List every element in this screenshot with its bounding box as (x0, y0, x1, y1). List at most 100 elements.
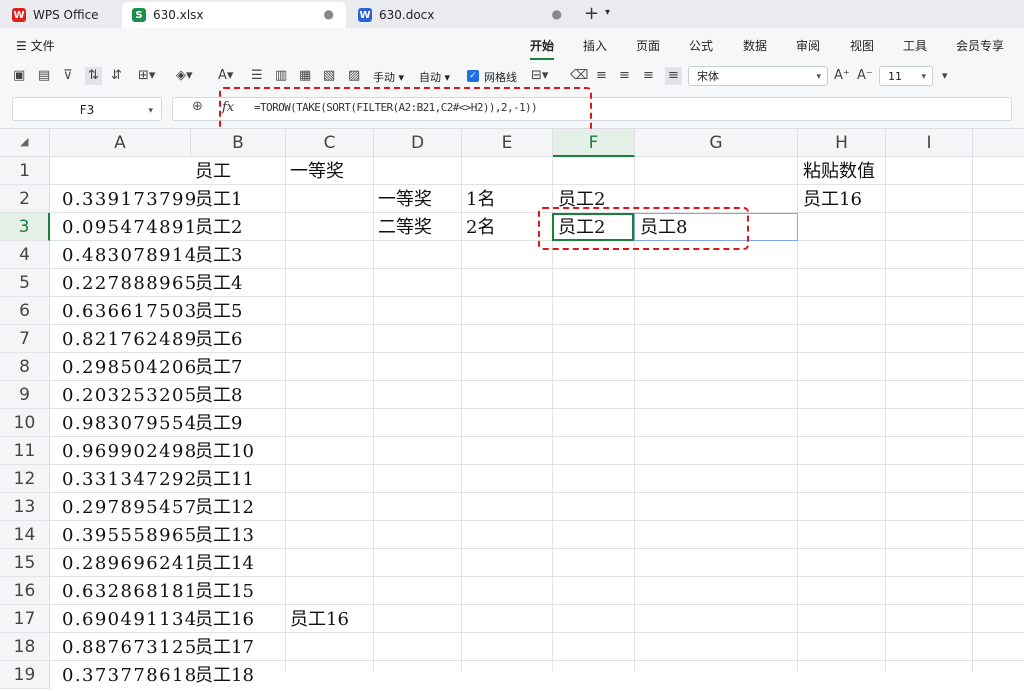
cell-b5[interactable]: 员工4 (195, 269, 242, 297)
cell-c1[interactable]: 一等奖 (290, 157, 344, 185)
cell-b3[interactable]: 员工2 (195, 213, 242, 241)
cell-b1[interactable]: 员工 (195, 157, 231, 185)
row-header[interactable]: 14 (0, 521, 50, 549)
tab-tools[interactable]: 工具 (903, 37, 927, 54)
cell-a10[interactable]: 0.983079554 (62, 409, 198, 437)
borders-icon[interactable]: ⊞▾ (138, 67, 155, 85)
tab-630-xlsx[interactable]: S 630.xlsx ● (122, 2, 346, 28)
row-header[interactable]: 3 (0, 213, 50, 241)
column-header-h[interactable]: H (798, 129, 886, 157)
column-header-g[interactable]: G (635, 129, 798, 157)
cell-a15[interactable]: 0.289696241 (62, 549, 198, 577)
decrease-font-icon[interactable]: A⁻ (857, 67, 873, 85)
cell-b7[interactable]: 员工6 (195, 325, 242, 353)
column-header-a[interactable]: A (50, 129, 191, 157)
column-header-e[interactable]: E (462, 129, 553, 157)
tab-data[interactable]: 数据 (743, 37, 767, 54)
wrap-text-icon[interactable]: ☰ (251, 67, 263, 85)
cell-b10[interactable]: 员工9 (195, 409, 242, 437)
cell-a11[interactable]: 0.969902498 (62, 437, 198, 465)
tab-view[interactable]: 视图 (850, 37, 874, 54)
cell-a8[interactable]: 0.298504206 (62, 353, 198, 381)
cell-a19[interactable]: 0.373778618 (62, 661, 198, 689)
cell-c17[interactable]: 员工16 (290, 605, 349, 633)
row-header[interactable]: 8 (0, 353, 50, 381)
cell-b16[interactable]: 员工15 (195, 577, 254, 605)
calc-manual-button[interactable]: 手动 ▾ (373, 69, 404, 85)
column-header-d[interactable]: D (374, 129, 462, 157)
cell-b17[interactable]: 员工16 (195, 605, 254, 633)
align-left-icon[interactable]: ≡ (596, 67, 607, 85)
new-tab-button[interactable]: + (584, 3, 599, 24)
cell-a2[interactable]: 0.339173799 (62, 185, 198, 213)
cell-d3[interactable]: 二等奖 (378, 213, 432, 241)
cell-b13[interactable]: 员工12 (195, 493, 254, 521)
cell-a16[interactable]: 0.632868181 (62, 577, 198, 605)
cell-b4[interactable]: 员工3 (195, 241, 242, 269)
tab-formulas[interactable]: 公式 (689, 37, 713, 54)
font-family-select[interactable]: 宋体 ▾ (688, 66, 828, 86)
cell-a4[interactable]: 0.483078914 (62, 241, 198, 269)
unsaved-dot-icon[interactable]: ● (552, 7, 562, 21)
row-header[interactable]: 5 (0, 269, 50, 297)
fx-icon[interactable]: fx (222, 100, 234, 115)
cell-a13[interactable]: 0.297895457 (62, 493, 198, 521)
row-header[interactable]: 7 (0, 325, 50, 353)
cell-a5[interactable]: 0.227888965 (62, 269, 198, 297)
cell-b11[interactable]: 员工10 (195, 437, 254, 465)
cell-h1[interactable]: 粘贴数值 (803, 157, 875, 185)
row-header[interactable]: 9 (0, 381, 50, 409)
row-header[interactable]: 2 (0, 185, 50, 213)
cell-b8[interactable]: 员工7 (195, 353, 242, 381)
tab-home[interactable]: 开始 (530, 37, 554, 54)
zoom-search-icon[interactable]: ⊕ (192, 99, 203, 114)
clear-format-icon[interactable]: ⌫ (570, 67, 588, 85)
column-header-f[interactable]: F (553, 129, 635, 157)
justify-icon[interactable]: ≡ (665, 67, 682, 85)
cell-b9[interactable]: 员工8 (195, 381, 242, 409)
cell-f2[interactable]: 员工2 (558, 185, 605, 213)
cell-b12[interactable]: 员工11 (195, 465, 254, 493)
filter-icon[interactable]: ⊽ (63, 67, 73, 85)
cell-b14[interactable]: 员工13 (195, 521, 254, 549)
cell-e2[interactable]: 1名 (466, 185, 495, 213)
row-header[interactable]: 1 (0, 157, 50, 185)
tab-list-chevron-icon[interactable]: ▾ (605, 7, 610, 18)
row-header[interactable]: 19 (0, 661, 50, 689)
column-icon[interactable]: ▥ (275, 67, 287, 85)
row-header[interactable]: 12 (0, 465, 50, 493)
cell-a12[interactable]: 0.331347292 (62, 465, 198, 493)
freeze-panes-icon[interactable]: ▧ (323, 67, 335, 85)
sort-descending-icon[interactable]: ⇵ (111, 67, 122, 85)
cell-a6[interactable]: 0.636617503 (62, 297, 198, 325)
align-center-icon[interactable]: ≡ (619, 67, 630, 85)
row-header[interactable]: 18 (0, 633, 50, 661)
align-right-icon[interactable]: ≡ (643, 67, 654, 85)
tab-review[interactable]: 审阅 (796, 37, 820, 54)
row-header[interactable]: 17 (0, 605, 50, 633)
row-header[interactable]: 6 (0, 297, 50, 325)
cell-a3[interactable]: 0.095474891 (62, 213, 198, 241)
tab-member[interactable]: 会员专享 (956, 37, 1004, 54)
cell-a14[interactable]: 0.395558965 (62, 521, 198, 549)
more-options-chevron-icon[interactable]: ▾ (942, 67, 948, 85)
row-header[interactable]: 15 (0, 549, 50, 577)
gridlines-checkbox[interactable]: ✓ (467, 70, 479, 82)
font-size-select[interactable]: 11 ▾ (879, 66, 933, 86)
row-header[interactable]: 10 (0, 409, 50, 437)
cell-style-icon[interactable]: ⊟▾ (531, 67, 548, 85)
row-icon[interactable]: ▦ (299, 67, 311, 85)
row-header[interactable]: 4 (0, 241, 50, 269)
cell-a9[interactable]: 0.203253205 (62, 381, 198, 409)
cell-d2[interactable]: 一等奖 (378, 185, 432, 213)
file-menu[interactable]: ☰ 文件 (16, 37, 55, 54)
cell-h2[interactable]: 员工16 (803, 185, 862, 213)
formula-input[interactable]: =TOROW(TAKE(SORT(FILTER(A2:B21,C2#<>H2))… (254, 101, 538, 114)
tab-insert[interactable]: 插入 (583, 37, 607, 54)
tab-wps-office[interactable]: W WPS Office (12, 2, 117, 28)
font-color-icon[interactable]: A▾ (218, 67, 233, 85)
sort-ascending-icon[interactable]: ⇅ (85, 67, 102, 85)
cell-a7[interactable]: 0.821762489 (62, 325, 198, 353)
column-header-b[interactable]: B (191, 129, 286, 157)
cell-a18[interactable]: 0.887673125 (62, 633, 198, 661)
